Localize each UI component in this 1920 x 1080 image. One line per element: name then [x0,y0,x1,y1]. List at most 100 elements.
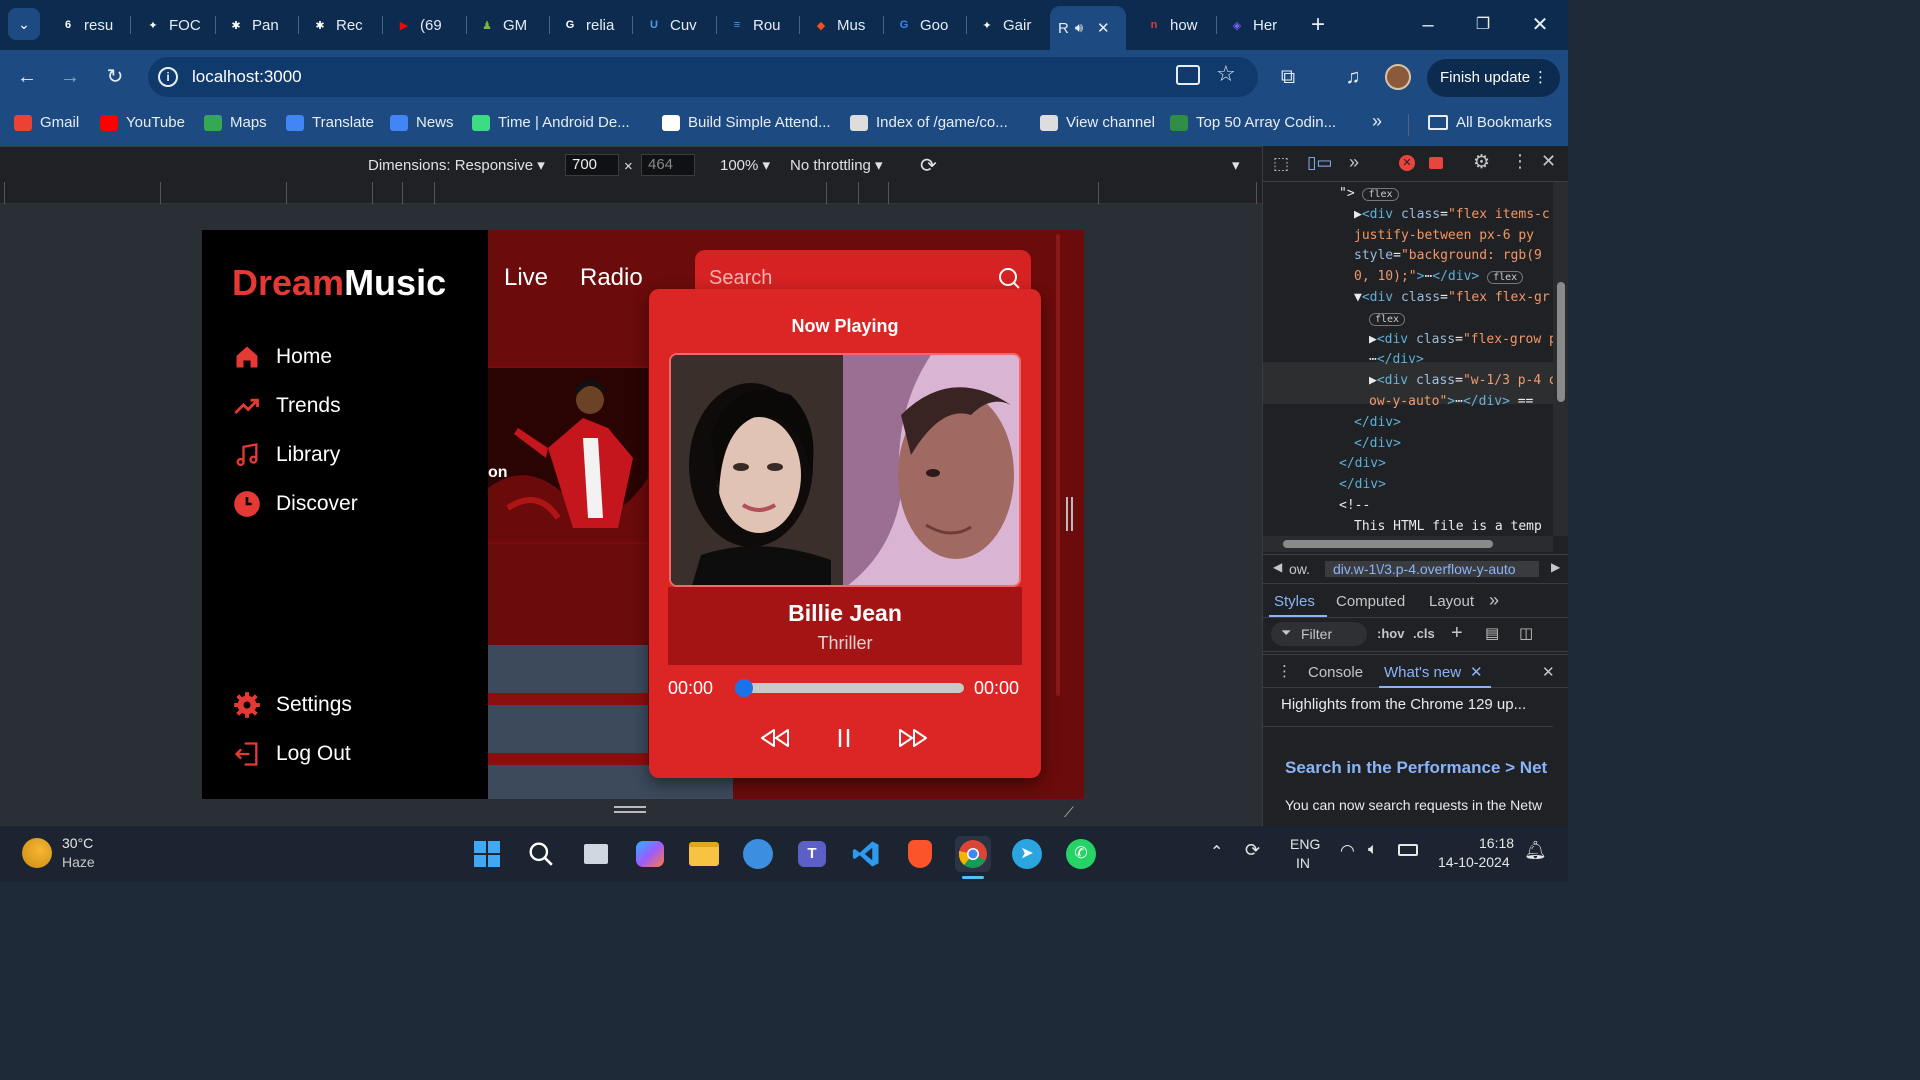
browser-tab[interactable]: ▶ (69 [386,8,464,42]
tab-whats-new[interactable]: What's new [1384,664,1461,681]
teams-icon[interactable]: T [794,836,830,872]
url-text[interactable]: localhost:3000 [192,67,302,87]
battery-icon[interactable] [1398,844,1418,856]
nav-live[interactable]: Live [504,264,548,292]
device-options-icon[interactable]: ▾ [1232,156,1240,174]
docker-icon[interactable] [740,836,776,872]
bookmark-item[interactable]: View channel [1040,114,1155,131]
close-devtools-icon[interactable]: ✕ [1541,151,1556,172]
vscode-icon[interactable] [848,836,884,872]
dom-node-line[interactable]: </div> [1339,456,1386,471]
wifi-icon[interactable]: ◠ [1340,841,1355,861]
app-logo[interactable]: DreamMusic [232,262,446,304]
fast-forward-button[interactable] [893,723,933,753]
extensions-icon[interactable]: ⧉ [1271,60,1305,94]
viewport-resize-handle-bottom[interactable] [614,806,646,813]
weather-condition[interactable]: Haze [62,854,95,870]
profile-avatar[interactable] [1385,64,1411,90]
tab-close-icon[interactable]: ✕ [1097,19,1110,37]
tab-computed[interactable]: Computed [1336,593,1405,610]
dom-node-line[interactable]: justify-between px-6 py [1354,228,1534,243]
browser-tab[interactable]: ≡ Rou [719,8,797,42]
styles-filter-input[interactable]: ⏷ Filter [1271,622,1367,646]
nav-radio[interactable]: Radio [580,264,643,292]
dom-node-line[interactable]: </div> [1354,436,1401,451]
browser-tab[interactable]: ◈ Her [1219,8,1297,42]
task-view-icon[interactable] [578,836,614,872]
close-window-button[interactable]: ✕ [1525,10,1555,40]
sidebar-toggle-icon[interactable]: ◫ [1519,624,1533,642]
breadcrumb-right-icon[interactable]: ▶ [1551,560,1560,574]
main-scrollbar[interactable] [1056,234,1060,696]
elements-scrollbar[interactable] [1553,182,1568,536]
browser-tab[interactable]: n how [1136,8,1214,42]
whats-new-heading[interactable]: Search in the Performance > Net [1285,758,1547,778]
media-controls-icon[interactable]: ♫ [1336,60,1370,94]
viewport-height-input[interactable]: 464 [641,154,695,176]
bookmark-star-icon[interactable]: ☆ [1216,61,1236,87]
inspect-element-icon[interactable]: ⬚ [1273,154,1289,174]
clock-time[interactable]: 16:18 [1479,835,1514,851]
breadcrumb-current[interactable]: div.w-1\/3.p-4.overflow-y-auto [1325,561,1539,577]
finish-update-button[interactable]: Finish update ⋮ [1427,59,1560,97]
browser-tab[interactable]: ◆ Mus [803,8,881,42]
breadcrumb-left-icon[interactable]: ◀ [1273,560,1282,574]
elements-hscrollbar[interactable] [1263,536,1553,552]
pause-button[interactable] [824,723,864,753]
rotate-icon[interactable]: ⟳ [920,153,937,178]
nav-home[interactable]: Home [232,342,332,372]
chrome-icon[interactable] [955,836,991,872]
forward-button[interactable]: → [53,60,87,94]
file-explorer-icon[interactable] [686,836,722,872]
browser-tab[interactable]: 6 resu [50,8,128,42]
brave-icon[interactable] [902,836,938,872]
browser-tab[interactable]: R 🔊︎ ✕ [1050,6,1126,50]
restore-button[interactable]: ❐ [1468,10,1498,40]
close-whats-new-icon[interactable]: ✕ [1470,663,1483,681]
browser-tab[interactable]: ✱ Rec [302,8,380,42]
tab-layout[interactable]: Layout [1429,593,1474,610]
dom-node-line[interactable]: This HTML file is a temp [1354,519,1542,534]
address-bar[interactable]: i localhost:3000 ☆ [148,57,1258,97]
new-rule-icon[interactable]: + [1451,622,1463,645]
dom-node-line[interactable]: ▶<div class="flex items-c [1354,207,1550,222]
bookmark-item[interactable]: Index of /game/co... [850,114,1008,131]
nav-settings[interactable]: Settings [232,690,352,720]
paint-icon[interactable]: ▤ [1485,624,1499,642]
dom-node-line[interactable]: <!-- [1339,498,1370,513]
browser-tab[interactable]: ✦ Gair [969,8,1047,42]
dom-node-line[interactable]: flex [1369,311,1406,326]
bookmark-item[interactable]: Top 50 Array Codin... [1170,114,1336,131]
device-toggle-icon[interactable]: ▯▭ [1307,153,1332,173]
dom-node-line[interactable]: </div> [1339,477,1386,492]
tab-search-button[interactable]: ⌄ [8,8,40,40]
start-icon[interactable] [469,836,505,872]
copilot-icon[interactable] [632,836,668,872]
elements-tree[interactable]: "> flex ▶<div class="flex items-c justify-… [1263,182,1553,536]
throttling-select[interactable]: No throttling ▾ [790,156,883,174]
back-button[interactable]: ← [10,60,44,94]
viewport-width-input[interactable]: 700 [565,154,619,176]
browser-tab[interactable]: ✦ FOC [135,8,213,42]
bookmarks-overflow-button[interactable]: » [1372,111,1382,132]
tray-overflow-icon[interactable]: ⌃ [1210,842,1223,862]
nav-discover[interactable]: Discover [232,489,358,519]
whatsapp-icon[interactable]: ✆ [1063,836,1099,872]
browser-tab[interactable]: ♟ GM [469,8,547,42]
viewport-resize-corner[interactable]: ⟋ [1064,804,1074,821]
more-style-tabs-icon[interactable]: » [1489,590,1499,611]
progress-slider-thumb[interactable] [735,679,753,697]
progress-slider[interactable] [735,683,964,693]
telegram-icon[interactable]: ➤ [1009,836,1045,872]
nav-logout[interactable]: Log Out [232,739,351,769]
bookmark-item[interactable]: Translate [286,114,374,131]
tab-styles[interactable]: Styles [1274,593,1315,610]
language-primary[interactable]: ENG [1290,836,1320,852]
search-taskbar-icon[interactable] [523,836,559,872]
site-info-icon[interactable]: i [158,67,178,87]
browser-tab[interactable]: U Cuv [636,8,714,42]
nav-trends[interactable]: Trends [232,391,341,421]
hero-image[interactable]: on [488,368,648,542]
dom-node-line[interactable]: style="background: rgb(9 [1354,248,1542,263]
breadcrumb-prev[interactable]: ow. [1289,561,1310,577]
